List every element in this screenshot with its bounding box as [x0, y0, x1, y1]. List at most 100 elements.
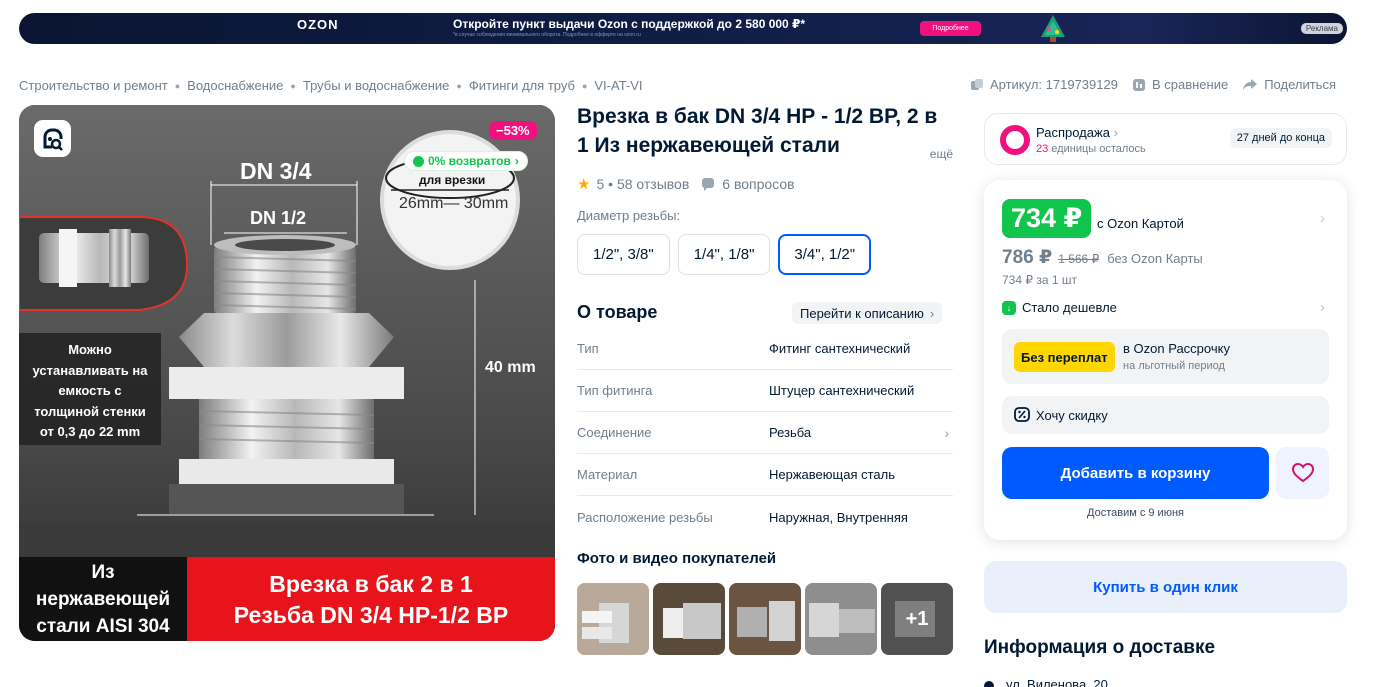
breadcrumb: Строительство и ремонт ● Водоснабжение ●… — [19, 78, 643, 93]
buyer-photo-image — [729, 583, 801, 655]
spec-row: Тип фитинга Штуцер сантехнический — [577, 370, 953, 412]
spec-row[interactable]: Соединение Резьба › — [577, 412, 953, 454]
ozon-card-price[interactable]: 734 ₽ — [1002, 199, 1092, 238]
rating-row: ★ 5 • 58 отзывов 6 вопросов — [577, 175, 795, 193]
installment-offer[interactable]: Без переплат в Ozon Рассрочку на льготны… — [1002, 329, 1329, 384]
buyer-photo-image — [577, 583, 649, 655]
buyer-photos: +1 — [577, 583, 953, 655]
ozon-card-label: с Ozon Картой — [1097, 216, 1184, 231]
heart-icon — [1291, 463, 1314, 483]
discount-icon — [1014, 407, 1030, 422]
ad-label: Реклама — [1300, 23, 1343, 34]
delivery-address[interactable]: ул. Виленова, 20 — [984, 677, 1108, 687]
variant-option[interactable]: 1/2", 3/8" — [577, 234, 670, 275]
chevron-right-icon[interactable]: › — [1320, 299, 1325, 316]
add-to-cart-button[interactable]: Добавить в корзину — [1002, 447, 1269, 499]
question-bubble-icon — [702, 178, 715, 191]
breadcrumb-separator: ● — [290, 80, 296, 91]
spec-key: Тип — [577, 341, 599, 356]
sale-card[interactable]: Распродажа › 23 единицы осталось 27 дней… — [984, 113, 1347, 165]
spec-value: Штуцер сантехнический — [769, 383, 915, 398]
buyer-photo[interactable] — [729, 583, 801, 655]
more-photos-count: +1 — [881, 583, 953, 655]
no-card-label: без Ozon Карты — [1107, 251, 1203, 266]
compare-icon — [1132, 78, 1145, 91]
banner-text: Откройте пункт выдачи Ozon с поддержкой … — [453, 17, 806, 31]
old-price: 1 566 ₽ — [1058, 252, 1100, 266]
breadcrumb-item[interactable]: Водоснабжение — [187, 78, 283, 93]
spec-row: Материал Нержавеющая сталь — [577, 454, 953, 496]
buyer-photo-more[interactable]: +1 — [881, 583, 953, 655]
chevron-right-icon[interactable]: › — [1320, 210, 1325, 227]
sale-remaining: 23 единицы осталось — [1036, 143, 1146, 155]
chevron-right-icon: › — [514, 154, 519, 168]
buyer-photo[interactable] — [577, 583, 649, 655]
questions-link[interactable]: 6 вопросов — [701, 176, 795, 192]
spec-value: Наружная, Внутренняя — [769, 509, 908, 525]
spec-row: Расположение резьбы Наружная, Внутренняя — [577, 496, 953, 538]
image-search-button[interactable] — [34, 120, 71, 157]
installment-subtitle: на льготный период — [1123, 360, 1225, 372]
buyer-photo-image — [805, 583, 877, 655]
product-title: Врезка в бак DN 3/4 НР - 1/2 ВР, 2 в 1 И… — [577, 102, 953, 169]
breadcrumb-item[interactable]: Строительство и ремонт — [19, 78, 168, 93]
variant-option-selected[interactable]: 3/4", 1/2" — [778, 234, 872, 275]
favorite-button[interactable] — [1276, 447, 1329, 499]
spec-key: Соединение — [577, 425, 652, 440]
share-icon — [1243, 78, 1258, 91]
goto-description-button[interactable]: Перейти к описанию › — [792, 302, 943, 324]
hole-label: для врезки — [419, 173, 486, 187]
specs-list: Тип Фитинг сантехнический Тип фитинга Шт… — [577, 328, 953, 538]
copy-icon — [970, 78, 983, 90]
promo-banner[interactable]: OZON Откройте пункт выдачи Ozon с поддер… — [19, 13, 1347, 44]
buyer-photo[interactable] — [805, 583, 877, 655]
share-button[interactable]: Поделиться — [1242, 77, 1336, 92]
spec-value: Резьба — [769, 425, 812, 440]
returns-icon — [413, 155, 424, 167]
banner-more-button[interactable]: Подробнее — [920, 21, 981, 36]
compare-button[interactable]: В сравнение — [1132, 77, 1228, 92]
installment-title: в Ozon Рассрочку — [1123, 341, 1230, 356]
spec-value: Нержавеющая сталь — [769, 467, 895, 482]
variant-option[interactable]: 1/4", 1/8" — [677, 234, 771, 275]
buy-one-click-button[interactable]: Купить в один клик — [984, 561, 1347, 613]
breadcrumb-item[interactable]: Трубы и водоснабжение — [303, 78, 450, 93]
price-dropped[interactable]: ↓ Стало дешевле — [1002, 300, 1117, 315]
price: 786 ₽ — [1002, 247, 1053, 268]
returns-badge[interactable]: 0% возвратов › — [404, 151, 528, 171]
material-caption: Из нержавеющей стали AISI 304 — [35, 562, 171, 637]
thread-diameter-label: Диаметр резьбы: — [577, 208, 681, 223]
product-actions: Артикул: 1719739129 В сравнение Поделить… — [970, 77, 1336, 92]
spec-key: Расположение резьбы — [577, 509, 713, 525]
discount-badge: −53% — [489, 121, 537, 140]
star-icon: ★ — [577, 176, 591, 193]
banner-fine-print: *в случае соблюдения минимального оборот… — [453, 32, 641, 38]
breadcrumb-item[interactable]: VI-AT-VI — [594, 78, 642, 93]
delivery-date: Доставим с 9 июня — [1087, 507, 1184, 519]
installment-badge: Без переплат — [1014, 342, 1115, 372]
variant-selector: 1/2", 3/8" 1/4", 1/8" 3/4", 1/2" — [577, 234, 872, 275]
chevron-right-icon: › — [1113, 125, 1118, 140]
title-more-link[interactable]: ещё — [925, 140, 953, 169]
article-number[interactable]: Артикул: 1719739129 — [970, 77, 1118, 92]
product-image[interactable]: −53% 0% возвратов › DN 3/4 DN 1/2 для вр… — [19, 105, 555, 641]
price-per-unit: 734 ₽ за 1 шт — [1002, 273, 1077, 287]
about-title: О товаре — [577, 302, 658, 322]
sale-title: Распродажа › — [1036, 125, 1118, 140]
want-discount-button[interactable]: Хочу скидку — [1002, 396, 1329, 434]
dn-small-label: DN 1/2 — [250, 208, 307, 228]
chevron-right-icon: › — [929, 305, 935, 321]
price-row: 786 ₽ 1 566 ₽ без Ozon Карты — [1002, 246, 1203, 269]
buyer-photo[interactable] — [653, 583, 725, 655]
buyer-photos-title: Фото и видео покупателей — [577, 550, 777, 567]
breadcrumb-separator: ● — [581, 80, 588, 91]
breadcrumb-item[interactable]: Фитинги для труб — [469, 78, 575, 93]
spec-key: Материал — [577, 467, 638, 482]
price-down-icon: ↓ — [1002, 300, 1016, 315]
rating-link[interactable]: 5 • 58 отзывов — [596, 176, 689, 192]
sale-ring-icon — [1000, 125, 1030, 155]
price-card: 734 ₽ с Ozon Картой › 786 ₽ 1 566 ₽ без … — [984, 180, 1347, 540]
sale-days-left: 27 дней до конца — [1229, 128, 1332, 148]
height-label: 40 mm — [485, 359, 536, 376]
ozon-logo: OZON — [297, 17, 339, 32]
